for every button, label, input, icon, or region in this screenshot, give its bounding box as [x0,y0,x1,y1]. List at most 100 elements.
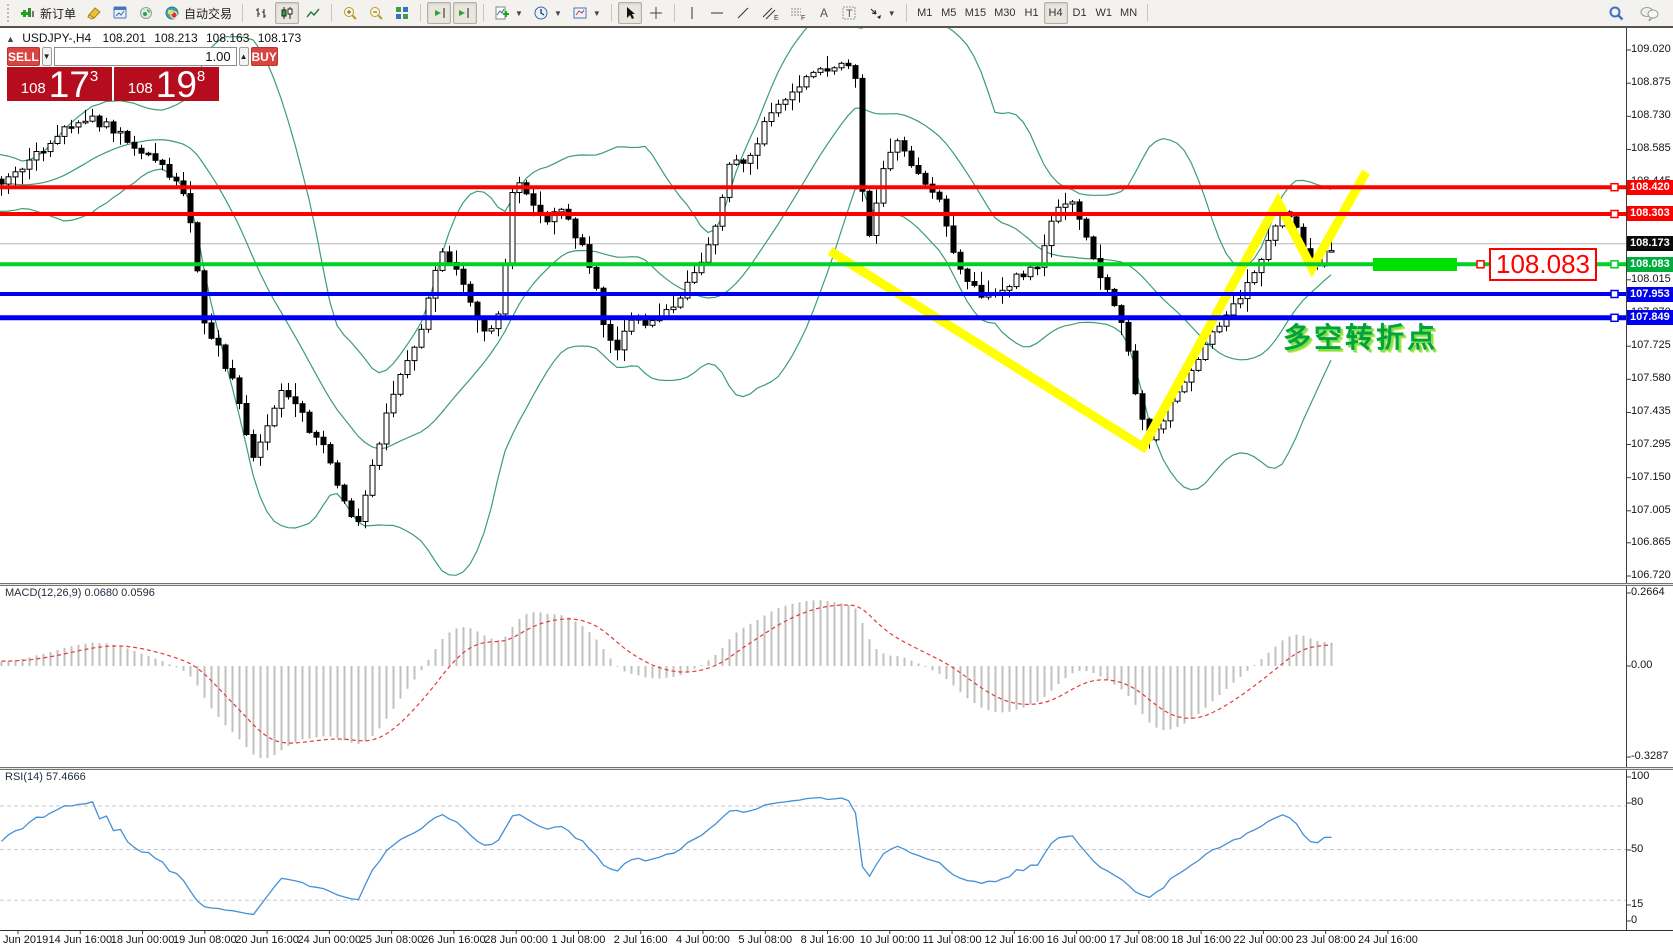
buy-button[interactable]: BUY [251,47,278,66]
auto-scroll-button[interactable] [427,2,451,24]
bar-chart-button[interactable] [249,2,273,24]
cursor-icon [622,5,638,21]
ohlc-close: 108.173 [258,31,301,45]
price-tick-label: 109.020 [1631,43,1673,55]
tab-tf-m1[interactable]: M1 [913,2,937,24]
rsi-axis-label: 100 [1631,770,1649,782]
hline-handle[interactable] [1611,211,1618,218]
tab-tf-m30[interactable]: M30 [990,2,1019,24]
bar-chart-icon [253,5,269,21]
channel-button[interactable]: E [757,2,783,24]
rsi-axis-label: 0 [1631,914,1637,926]
trendline-button[interactable] [731,2,755,24]
signal-button[interactable] [134,2,158,24]
time-tick-label: 25 Jun 08:00 [360,934,424,946]
toolbar-right-group [1604,2,1669,24]
rsi-line [2,798,1332,915]
price-callout-label[interactable]: 108.083 [1489,248,1597,281]
price-chip-108.173: 108.173 [1627,236,1673,251]
buy-price-sup: 8 [197,68,205,85]
line-chart-button[interactable] [301,2,325,24]
search-icon [1608,5,1625,22]
text-label-icon: T [841,5,857,21]
svg-text:E: E [774,15,779,21]
macd-histogram [2,600,1332,758]
pane-separator-rsi[interactable] [0,767,1673,770]
tile-windows-button[interactable] [390,2,414,24]
symbol-name: USDJPY-,H4 [22,31,91,45]
price-tick-label: 107.435 [1631,405,1673,417]
svg-text:F: F [801,15,805,21]
new-order-label: 新订单 [40,5,76,22]
arrows-button[interactable]: ▼ [863,2,900,24]
toolbar-separator [1147,4,1148,22]
indicators-button[interactable]: ▼ [490,2,527,24]
candlestick-chart-button[interactable] [275,2,299,24]
price-chip-108.083: 108.083 [1627,257,1673,272]
clock-icon [533,5,549,21]
sell-price-button[interactable]: 108 17 3 [7,67,112,101]
templates-button[interactable]: ▼ [568,2,605,24]
time-tick-label: 14 Jun 16:00 [48,934,112,946]
text-button[interactable]: A [813,2,835,24]
fibonacci-button[interactable]: F [785,2,811,24]
sell-button[interactable]: SELL [7,47,40,66]
tab-tf-h4[interactable]: H4 [1044,2,1068,24]
turning-point-annotation[interactable]: 多空转折点 [1283,316,1438,356]
macd-axis-label: -0.3287 [1631,750,1668,762]
collapse-panel-icon[interactable]: ▲ [6,34,15,44]
price-label-anchor[interactable] [1477,261,1484,268]
hline-handle[interactable] [1611,291,1618,298]
periods-button[interactable]: ▼ [529,2,566,24]
tab-tf-m15[interactable]: M15 [961,2,990,24]
horizontal-line-button[interactable] [705,2,729,24]
chart-shift-button[interactable] [453,2,477,24]
market-watch-button[interactable] [108,2,132,24]
crosshair-button[interactable] [644,2,668,24]
tab-tf-m5[interactable]: M5 [937,2,961,24]
pane-separator-macd[interactable] [0,583,1673,586]
cursor-button[interactable] [618,2,642,24]
price-tick-label: 107.295 [1631,438,1673,450]
highlight-rect-drawing[interactable] [1373,258,1457,271]
vertical-line-button[interactable] [681,2,703,24]
hline-handle[interactable] [1611,261,1618,268]
time-tick-label: 1 Jul 08:00 [552,934,606,946]
vertical-line-icon [685,5,699,21]
time-tick-label: 12 Jul 16:00 [984,934,1044,946]
auto-scroll-icon [431,5,447,21]
autotrade-button[interactable]: 自动交易 [160,2,236,24]
price-chip-108.420: 108.420 [1627,180,1673,195]
time-tick-label: 23 Jul 08:00 [1296,934,1356,946]
zoom-in-button[interactable] [338,2,362,24]
time-tick-label: 18 Jul 16:00 [1171,934,1231,946]
zoom-out-button[interactable] [364,2,388,24]
fibonacci-icon: F [789,5,807,21]
price-chip-107.953: 107.953 [1627,287,1673,302]
tab-tf-d1[interactable]: D1 [1068,2,1092,24]
time-tick-label: 24 Jul 16:00 [1358,934,1418,946]
chart-window-icon [112,5,128,21]
hline-handle[interactable] [1611,184,1618,191]
tab-tf-w1[interactable]: W1 [1092,2,1117,24]
buy-price-button[interactable]: 108 19 8 [114,67,219,101]
hline-handle[interactable] [1611,314,1618,321]
chevron-down-icon: ▼ [554,9,562,18]
price-tick-label: 106.865 [1631,536,1673,548]
new-order-button[interactable]: 新订单 [16,2,80,24]
volume-increase-button[interactable]: ▲ [239,47,249,66]
chat-icon [1639,5,1659,21]
toolbar-separator [420,4,421,22]
price-chip-107.849: 107.849 [1627,310,1673,325]
tab-tf-mn[interactable]: MN [1116,2,1141,24]
tab-tf-h1[interactable]: H1 [1020,2,1044,24]
indicators-icon [494,5,510,21]
time-tick-label: 28 Jun 00:00 [484,934,548,946]
chart-canvas[interactable] [0,0,1673,950]
label-button[interactable]: T [837,2,861,24]
search-button[interactable] [1604,2,1629,24]
chat-button[interactable] [1635,2,1663,24]
rsi-axis-label: 50 [1631,843,1643,855]
eraser-button[interactable] [82,2,106,24]
price-tick-label: 108.730 [1631,109,1673,121]
